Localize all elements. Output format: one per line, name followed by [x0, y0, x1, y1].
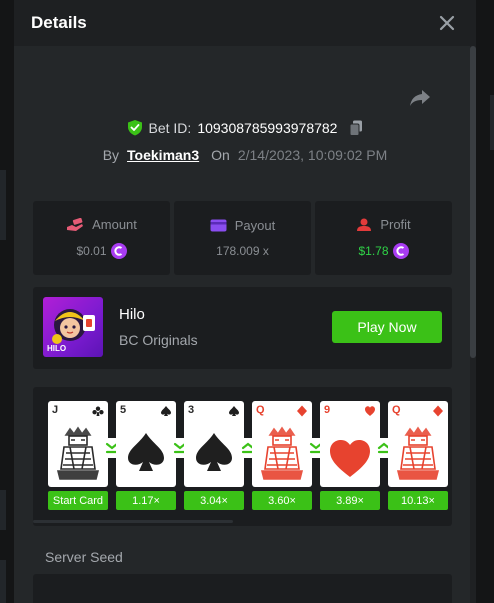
close-icon	[439, 15, 455, 31]
card-multiplier: 1.17×	[116, 491, 176, 510]
stat-value-row: $1.78	[358, 243, 409, 259]
spades-pip-icon	[116, 407, 176, 487]
game-name: Hilo	[119, 306, 145, 323]
bet-id-value: 109308785993978782	[197, 119, 338, 136]
card-multiplier: 3.89×	[320, 491, 380, 510]
stat-label-row: Profit	[356, 217, 411, 232]
server-seed-label: Server Seed	[45, 549, 123, 565]
playing-card: 9	[320, 401, 380, 487]
card-payout-icon	[210, 219, 227, 232]
stat-value-row: 178.009 x	[216, 244, 269, 258]
stat-label-row: Payout	[210, 218, 275, 233]
cards-history-panel: J Start Card 5 1.17× 3 3.04× Q 3.60× 9 3.89× Q 10.1…	[33, 387, 452, 526]
bet-stats: Amount $0.01 Payout 178.009 x Profit $1.…	[33, 201, 452, 275]
money-hand-icon	[67, 217, 84, 231]
backdrop-block	[0, 170, 6, 240]
game-thumb-label: HILO	[47, 344, 67, 353]
backdrop-block	[490, 95, 494, 150]
bet-id-row: Bet ID: 109308785993978782	[14, 119, 476, 136]
stat-label: Amount	[92, 217, 137, 232]
face-card-art-icon	[388, 407, 448, 487]
share-icon	[410, 90, 430, 106]
game-provider: BC Originals	[119, 332, 198, 348]
backdrop-left	[0, 0, 14, 603]
by-label: By	[102, 147, 120, 163]
playing-card: 5	[116, 401, 176, 487]
spades-pip-icon	[184, 407, 244, 487]
card-multiplier: 3.04×	[184, 491, 244, 510]
backdrop-block	[0, 560, 6, 603]
play-now-button[interactable]: Play Now	[332, 311, 442, 343]
face-card-art-icon	[48, 407, 108, 487]
stat-value: 178.009 x	[216, 244, 269, 258]
bet-id-label: Bet ID:	[148, 119, 192, 136]
copy-button[interactable]	[349, 120, 363, 136]
cards-scrollbar[interactable]	[33, 520, 233, 523]
card-multiplier: Start Card	[48, 491, 108, 510]
share-button[interactable]	[409, 88, 431, 108]
face-card-art-icon	[252, 407, 312, 487]
stat-value: $1.78	[358, 244, 389, 258]
card-multiplier: 3.60×	[252, 491, 312, 510]
server-seed-field[interactable]	[33, 574, 452, 603]
bet-date: 2/14/2023, 10:09:02 PM	[237, 147, 388, 163]
close-button[interactable]	[438, 14, 456, 32]
hearts-pip-icon	[320, 407, 380, 487]
backdrop-right	[476, 0, 494, 603]
coin-icon	[110, 243, 127, 259]
bet-details-dialog: Details Bet ID: 109308785993978782 By To	[14, 0, 476, 603]
copy-icon	[349, 120, 363, 136]
stat-value: $0.01	[76, 244, 107, 258]
card-multiplier: 10.13×	[388, 491, 448, 510]
coin-icon	[392, 243, 409, 259]
user-profit-icon	[357, 218, 372, 231]
playing-card: Q	[252, 401, 312, 487]
playing-card: Q	[388, 401, 448, 487]
game-panel: HILO Hilo BC Originals Play Now	[33, 287, 452, 369]
game-thumbnail[interactable]: HILO	[43, 297, 103, 357]
stat-payout: Payout 178.009 x	[174, 201, 311, 275]
backdrop-block	[0, 490, 6, 530]
dialog-title: Details	[31, 13, 87, 32]
stat-value-row: $0.01	[76, 243, 127, 259]
stat-profit: Profit $1.78	[315, 201, 452, 275]
stat-amount: Amount $0.01	[33, 201, 170, 275]
stat-label: Payout	[234, 218, 276, 233]
username-link[interactable]: Toekiman3	[127, 147, 199, 163]
scrollbar-thumb[interactable]	[470, 46, 476, 358]
shield-check-icon	[127, 120, 142, 136]
stat-label-row: Amount	[66, 217, 137, 232]
bet-meta-row: By Toekiman3 On 2/14/2023, 10:09:02 PM	[14, 147, 476, 163]
playing-card: 3	[184, 401, 244, 487]
stat-label: Profit	[380, 217, 411, 232]
dialog-header: Details	[14, 0, 476, 46]
playing-card: J	[48, 401, 108, 487]
on-label: On	[211, 147, 230, 163]
